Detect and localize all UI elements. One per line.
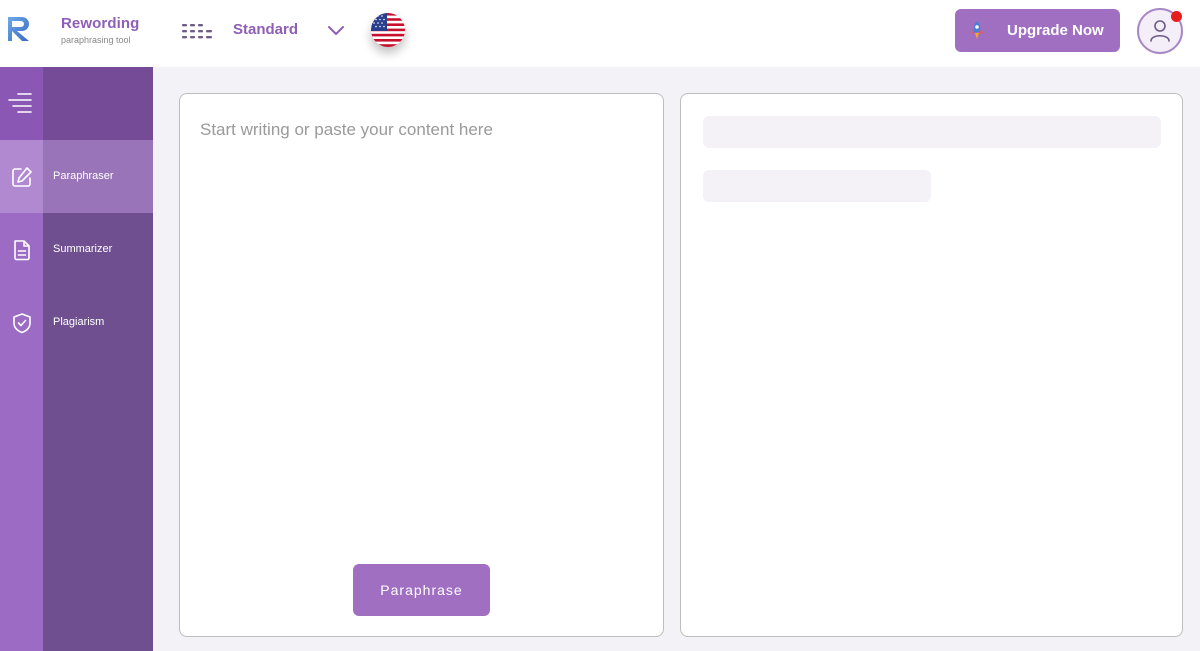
shield-check-icon: [13, 313, 31, 334]
content-input[interactable]: [200, 120, 640, 540]
rewording-logo[interactable]: [5, 14, 35, 44]
paraphrase-button[interactable]: Paraphrase: [353, 564, 490, 616]
brand-tagline: paraphrasing tool: [61, 35, 131, 45]
sidebar-item-paraphraser[interactable]: Paraphraser: [0, 140, 153, 213]
brand: Rewording paraphrasing tool: [61, 15, 139, 45]
upgrade-now-label: Upgrade Now: [1007, 22, 1104, 39]
output-panel: [680, 93, 1183, 637]
sidebar-item-label: Summarizer: [53, 243, 113, 255]
sidebar-item-label: Plagiarism: [53, 316, 105, 328]
mode-levels-icon[interactable]: [182, 22, 214, 40]
rocket-icon: [968, 20, 986, 40]
chevron-down-icon[interactable]: [327, 22, 345, 38]
document-icon: [14, 240, 30, 261]
output-placeholder-line: [703, 116, 1161, 148]
menu-toggle-button[interactable]: [0, 67, 43, 140]
hamburger-menu-icon: [8, 93, 32, 113]
notification-dot: [1171, 11, 1182, 22]
us-flag-icon[interactable]: [371, 13, 405, 47]
input-panel: Paraphrase: [179, 93, 664, 637]
top-header: Rewording paraphrasing tool Standard Upg…: [0, 0, 1200, 67]
sidebar-header-pad: [43, 67, 153, 140]
user-icon: [1150, 20, 1170, 42]
mode-select-label[interactable]: Standard: [233, 21, 298, 38]
output-placeholder-line: [703, 170, 931, 202]
edit-icon: [12, 167, 32, 187]
brand-name: Rewording: [61, 15, 140, 32]
upgrade-now-button[interactable]: Upgrade Now: [955, 9, 1120, 52]
sidebar-item-summarizer[interactable]: Summarizer: [0, 213, 153, 286]
user-avatar-button[interactable]: [1137, 8, 1183, 54]
sidebar-item-label: Paraphraser: [53, 170, 114, 182]
sidebar-item-plagiarism[interactable]: Plagiarism: [0, 286, 153, 359]
